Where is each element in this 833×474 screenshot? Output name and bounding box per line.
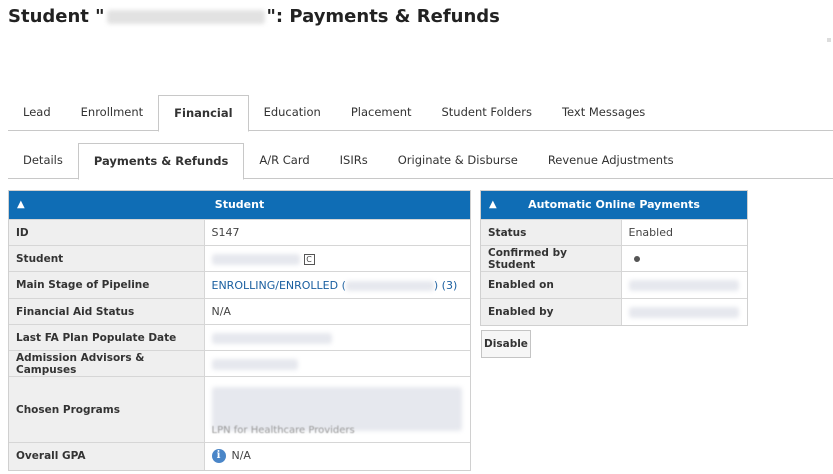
table-row: Main Stage of Pipeline ENROLLING/ENROLLE… (9, 271, 470, 299)
enabled-on-label: Enabled on (481, 271, 622, 299)
table-row: Last FA Plan Populate Date (9, 324, 470, 351)
tab-student-folders[interactable]: Student Folders (427, 95, 547, 130)
programs-label: Chosen Programs (9, 376, 205, 443)
tab-placement[interactable]: Placement (336, 95, 427, 130)
redacted-stage-detail (345, 280, 434, 291)
subtab-isirs[interactable]: ISIRs (325, 143, 383, 178)
gpa-value: i N/A (204, 442, 470, 470)
table-row: Status Enabled (481, 219, 747, 246)
tab-enrollment[interactable]: Enrollment (66, 95, 159, 130)
tab-financial[interactable]: Financial (158, 95, 249, 132)
gpa-text: N/A (231, 449, 251, 463)
page-title: Student " ": Payments & Refunds (8, 6, 500, 27)
stage-link[interactable]: ENROLLING/ENROLLED ( ) (3) (212, 279, 458, 292)
redacted-enabled-on (628, 280, 739, 291)
scroll-marker (827, 38, 831, 42)
table-row: Overall GPA i N/A (9, 442, 470, 470)
subtab-revenue-adjustments[interactable]: Revenue Adjustments (533, 143, 689, 178)
student-panel-title: Student (214, 198, 265, 211)
table-row: Student C (9, 245, 470, 272)
student-label: Student (9, 245, 205, 272)
status-label: Status (481, 219, 622, 246)
fa-status-value: N/A (204, 298, 470, 325)
confirmed-value (621, 245, 747, 272)
subtab-originate-disburse[interactable]: Originate & Disburse (383, 143, 533, 178)
stage-value: ENROLLING/ENROLLED ( ) (3) (204, 271, 470, 299)
auto-payments-table: Status Enabled Confirmed by Student Enab… (481, 219, 747, 325)
c-icon[interactable]: C (303, 253, 315, 265)
status-value: Enabled (621, 219, 747, 246)
fa-plan-label: Last FA Plan Populate Date (9, 324, 205, 351)
id-value: S147 (204, 219, 470, 246)
tab-education[interactable]: Education (249, 95, 336, 130)
top-tab-bar: Lead Enrollment Financial Education Plac… (8, 95, 833, 132)
title-prefix: Student " (8, 6, 105, 27)
enabled-on-value (621, 271, 747, 299)
info-icon[interactable]: i (211, 449, 226, 464)
redacted-fa-plan-date (211, 332, 332, 344)
table-row: Financial Aid Status N/A (9, 298, 470, 325)
confirmed-label: Confirmed by Student (481, 245, 622, 272)
auto-payments-panel: ▲ Automatic Online Payments Status Enabl… (480, 190, 748, 326)
student-panel-header[interactable]: ▲ Student (9, 191, 470, 219)
caret-up-icon[interactable]: ▲ (489, 191, 497, 219)
fa-status-label: Financial Aid Status (9, 298, 205, 325)
table-row: Enabled by (481, 298, 747, 325)
gpa-label: Overall GPA (9, 442, 205, 470)
student-value: C (204, 245, 470, 272)
redacted-advisors (211, 358, 298, 370)
id-label: ID (9, 219, 205, 246)
student-panel: ▲ Student ID S147 Student C Main Stage o… (8, 190, 471, 471)
stage-link-prefix: ENROLLING/ENROLLED ( (211, 278, 346, 292)
tab-text-messages[interactable]: Text Messages (547, 95, 660, 130)
redacted-enabled-by (628, 306, 739, 318)
subtab-payments-refunds[interactable]: Payments & Refunds (77, 143, 245, 180)
confirmed-dot-icon (633, 256, 640, 262)
caret-up-icon[interactable]: ▲ (17, 191, 25, 219)
enabled-by-value (621, 298, 747, 325)
stage-label: Main Stage of Pipeline (9, 271, 205, 299)
redacted-student-link[interactable] (211, 253, 300, 265)
enabled-by-label: Enabled by (481, 298, 622, 325)
student-table: ID S147 Student C Main Stage of Pipeline… (9, 219, 470, 470)
sub-tab-bar: Details Payments & Refunds A/R Card ISIR… (8, 143, 833, 180)
programs-value: LPN for Healthcare Providers (204, 376, 470, 443)
disable-button[interactable]: Disable (481, 330, 531, 358)
subtab-details[interactable]: Details (8, 143, 78, 178)
subtab-ar-card[interactable]: A/R Card (244, 143, 324, 178)
table-row: Admission Advisors & Campuses (9, 350, 470, 377)
tab-lead[interactable]: Lead (8, 95, 66, 130)
stage-link-suffix: ) (3) (433, 278, 458, 292)
advisors-label: Admission Advisors & Campuses (9, 350, 205, 377)
auto-payments-header[interactable]: ▲ Automatic Online Payments (481, 191, 747, 219)
table-row: Chosen Programs LPN for Healthcare Provi… (9, 376, 470, 443)
auto-payments-title: Automatic Online Payments (528, 198, 700, 211)
table-row: ID S147 (9, 219, 470, 246)
advisors-value (204, 350, 470, 377)
title-suffix: ": Payments & Refunds (266, 6, 500, 27)
programs-partial-text: LPN for Healthcare Providers (211, 425, 355, 436)
redacted-student-name (106, 10, 265, 24)
table-row: Enabled on (481, 271, 747, 299)
fa-plan-value (204, 324, 470, 351)
table-row: Confirmed by Student (481, 245, 747, 272)
